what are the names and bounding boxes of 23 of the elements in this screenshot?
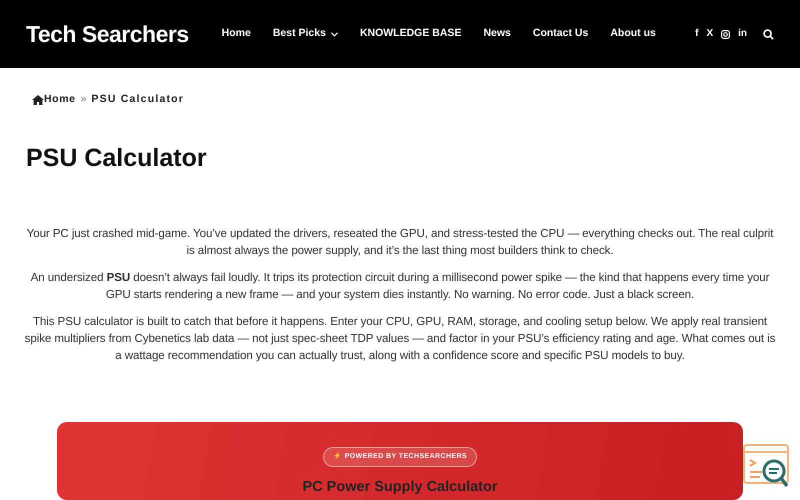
social-link[interactable]: X	[706, 29, 714, 39]
nav-link[interactable]: Home	[222, 26, 251, 42]
nav-dropdown[interactable]: Best Picks	[272, 26, 338, 42]
nav-link[interactable]: About us	[610, 26, 656, 42]
nav-link[interactable]: Contact Us	[532, 26, 588, 42]
caret-icon	[330, 32, 338, 36]
intro-paragraph: Your PC just crashed mid-game. You’ve updated the drivers, reseated the GPU, and stress-tested the CPU — everything checks out. The real culprit is almost always the power supply, and it’s the last thing most builders think to check.	[26, 226, 774, 259]
intro-paragraph: An undersized PSU doesn’t always fail loudly. It trips its protection circuit during a millisecond power spike — the kind that happens every time your GPU starts rendering a new frame — and your system dies instantly. No warning. No error code. Just a black screen.	[30, 270, 770, 303]
breadcrumb-link[interactable]: Home	[44, 92, 76, 108]
breadcrumb-current: PSU Calculator	[91, 92, 184, 107]
social-link[interactable]: f	[695, 29, 698, 39]
nav-link[interactable]: KNOWLEDGE BASE	[360, 26, 462, 42]
camera-icon[interactable]	[721, 30, 730, 38]
breadcrumb-separator: »	[80, 92, 86, 107]
search-widget-icon[interactable]	[742, 444, 792, 490]
social-link[interactable]: in	[738, 29, 747, 39]
page-title: PSU Calculator	[26, 142, 208, 173]
site-logo[interactable]: Tech Searchers	[26, 16, 189, 52]
intro-paragraph: This PSU calculator is built to catch that before it happens. Enter your CPU, GPU, RAM, storage, and cooling setup below. We apply real transient spike multipliers from Cybenetics lab data — not just spec-sheet TDP values — and factor in your PSU’s efficiency rating and age. What comes out is a wattage recommendation you can actually trust, along with a confidence score and specific PSU models to buy.	[24, 314, 776, 364]
home-icon[interactable]	[32, 94, 44, 105]
nav-link[interactable]: News	[483, 26, 511, 42]
calculator-title: PC Power Supply Calculator	[302, 478, 498, 498]
search-icon[interactable]	[763, 28, 774, 40]
